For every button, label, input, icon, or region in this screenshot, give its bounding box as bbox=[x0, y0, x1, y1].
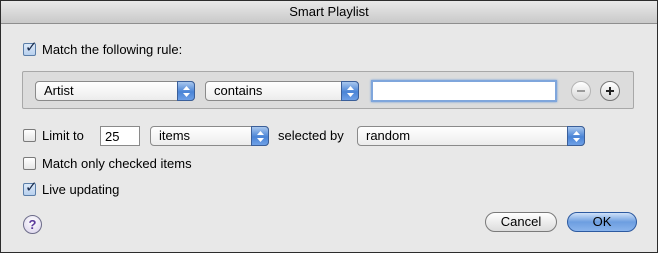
updown-arrows-icon bbox=[251, 126, 269, 146]
rule-operator-value: contains bbox=[214, 83, 263, 98]
limit-checkbox[interactable] bbox=[23, 129, 36, 142]
rule-value-input[interactable] bbox=[371, 80, 557, 102]
window-title: Smart Playlist bbox=[1, 1, 657, 24]
live-updating-checkbox[interactable]: ✓ bbox=[23, 179, 38, 196]
rule-operator-popup[interactable]: contains bbox=[205, 81, 359, 101]
match-rule-label: Match the following rule: bbox=[42, 42, 183, 57]
selected-by-popup[interactable]: random bbox=[357, 126, 585, 146]
limit-count-input[interactable] bbox=[100, 126, 140, 146]
rule-field-value: Artist bbox=[44, 83, 74, 98]
remove-rule-button[interactable] bbox=[571, 81, 591, 101]
selected-by-value: random bbox=[366, 128, 411, 143]
match-rule-checkbox[interactable]: ✓ bbox=[23, 39, 38, 56]
rule-row: Artist contains bbox=[22, 71, 634, 109]
limit-unit-popup[interactable]: items bbox=[150, 126, 269, 146]
updown-arrows-icon bbox=[341, 81, 359, 101]
limit-label: Limit to bbox=[42, 128, 84, 143]
match-only-checked-label: Match only checked items bbox=[42, 156, 192, 171]
minus-circle-icon bbox=[577, 90, 585, 92]
live-updating-label: Live updating bbox=[42, 182, 120, 197]
checkmark-icon: ✓ bbox=[25, 39, 38, 56]
match-only-checked-checkbox[interactable] bbox=[23, 157, 36, 170]
updown-arrows-icon bbox=[567, 126, 585, 146]
smart-playlist-dialog: Smart Playlist ✓ Match the following rul… bbox=[0, 0, 658, 253]
updown-arrows-icon bbox=[177, 81, 195, 101]
selected-by-label: selected by bbox=[278, 128, 344, 143]
rule-field-popup[interactable]: Artist bbox=[35, 81, 195, 101]
checkmark-icon: ✓ bbox=[25, 179, 38, 196]
limit-unit-value: items bbox=[159, 128, 191, 143]
plus-circle-icon bbox=[606, 87, 614, 95]
add-rule-button[interactable] bbox=[600, 81, 620, 101]
ok-button[interactable]: OK bbox=[567, 212, 637, 232]
help-button[interactable]: ? bbox=[23, 215, 42, 234]
cancel-button[interactable]: Cancel bbox=[485, 212, 557, 232]
